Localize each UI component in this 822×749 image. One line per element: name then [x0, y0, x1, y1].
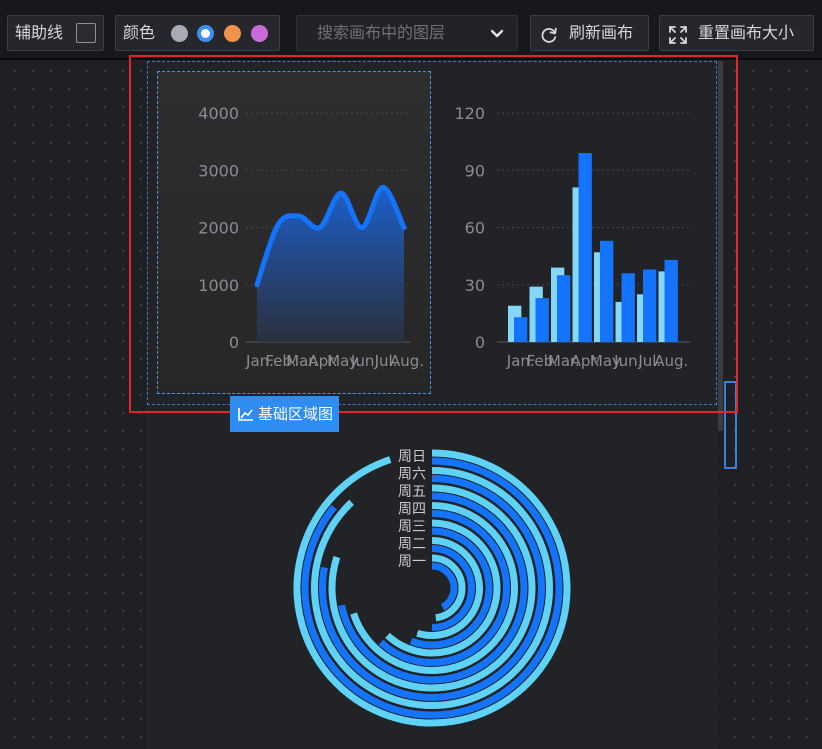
expand-icon — [668, 23, 688, 44]
area-chart-icon — [238, 398, 254, 434]
area-chart-widget[interactable] — [157, 71, 431, 394]
layer-search-select[interactable]: 搜索画布中的图层 — [296, 15, 518, 51]
colors-label: 颜色 — [123, 23, 156, 42]
refresh-canvas-button[interactable]: 刷新画布 — [530, 15, 649, 51]
guides-label: 辅助线 — [15, 23, 64, 42]
chevron-down-icon — [489, 16, 505, 63]
color-picker: 颜色 — [115, 15, 280, 51]
color-swatch-gray[interactable] — [171, 25, 188, 42]
guides-checkbox[interactable] — [76, 23, 96, 43]
refresh-icon — [539, 23, 559, 43]
color-swatch-purple[interactable] — [251, 25, 268, 42]
toolbar: 辅助线 颜色 搜索画布中的图层 刷新画布 重置画布大小 — [0, 0, 822, 60]
color-swatch-blue[interactable] — [197, 25, 214, 42]
refresh-canvas-label: 刷新画布 — [569, 23, 634, 42]
scroll-handle[interactable] — [724, 381, 737, 469]
guides-toggle[interactable]: 辅助线 — [7, 15, 104, 51]
color-swatch-orange[interactable] — [224, 25, 241, 42]
panel-scrollbar[interactable] — [718, 61, 723, 431]
reset-canvas-size-button[interactable]: 重置画布大小 — [659, 15, 814, 51]
editor-canvas[interactable]: 辅助线 颜色 搜索画布中的图层 刷新画布 重置画布大小 0 1000 2000 … — [0, 0, 822, 749]
reset-canvas-size-label: 重置画布大小 — [698, 23, 795, 42]
selected-layer-tag[interactable]: 基础区域图 — [230, 396, 340, 434]
selected-layer-label: 基础区域图 — [258, 405, 334, 423]
layer-search-placeholder: 搜索画布中的图层 — [317, 23, 446, 42]
